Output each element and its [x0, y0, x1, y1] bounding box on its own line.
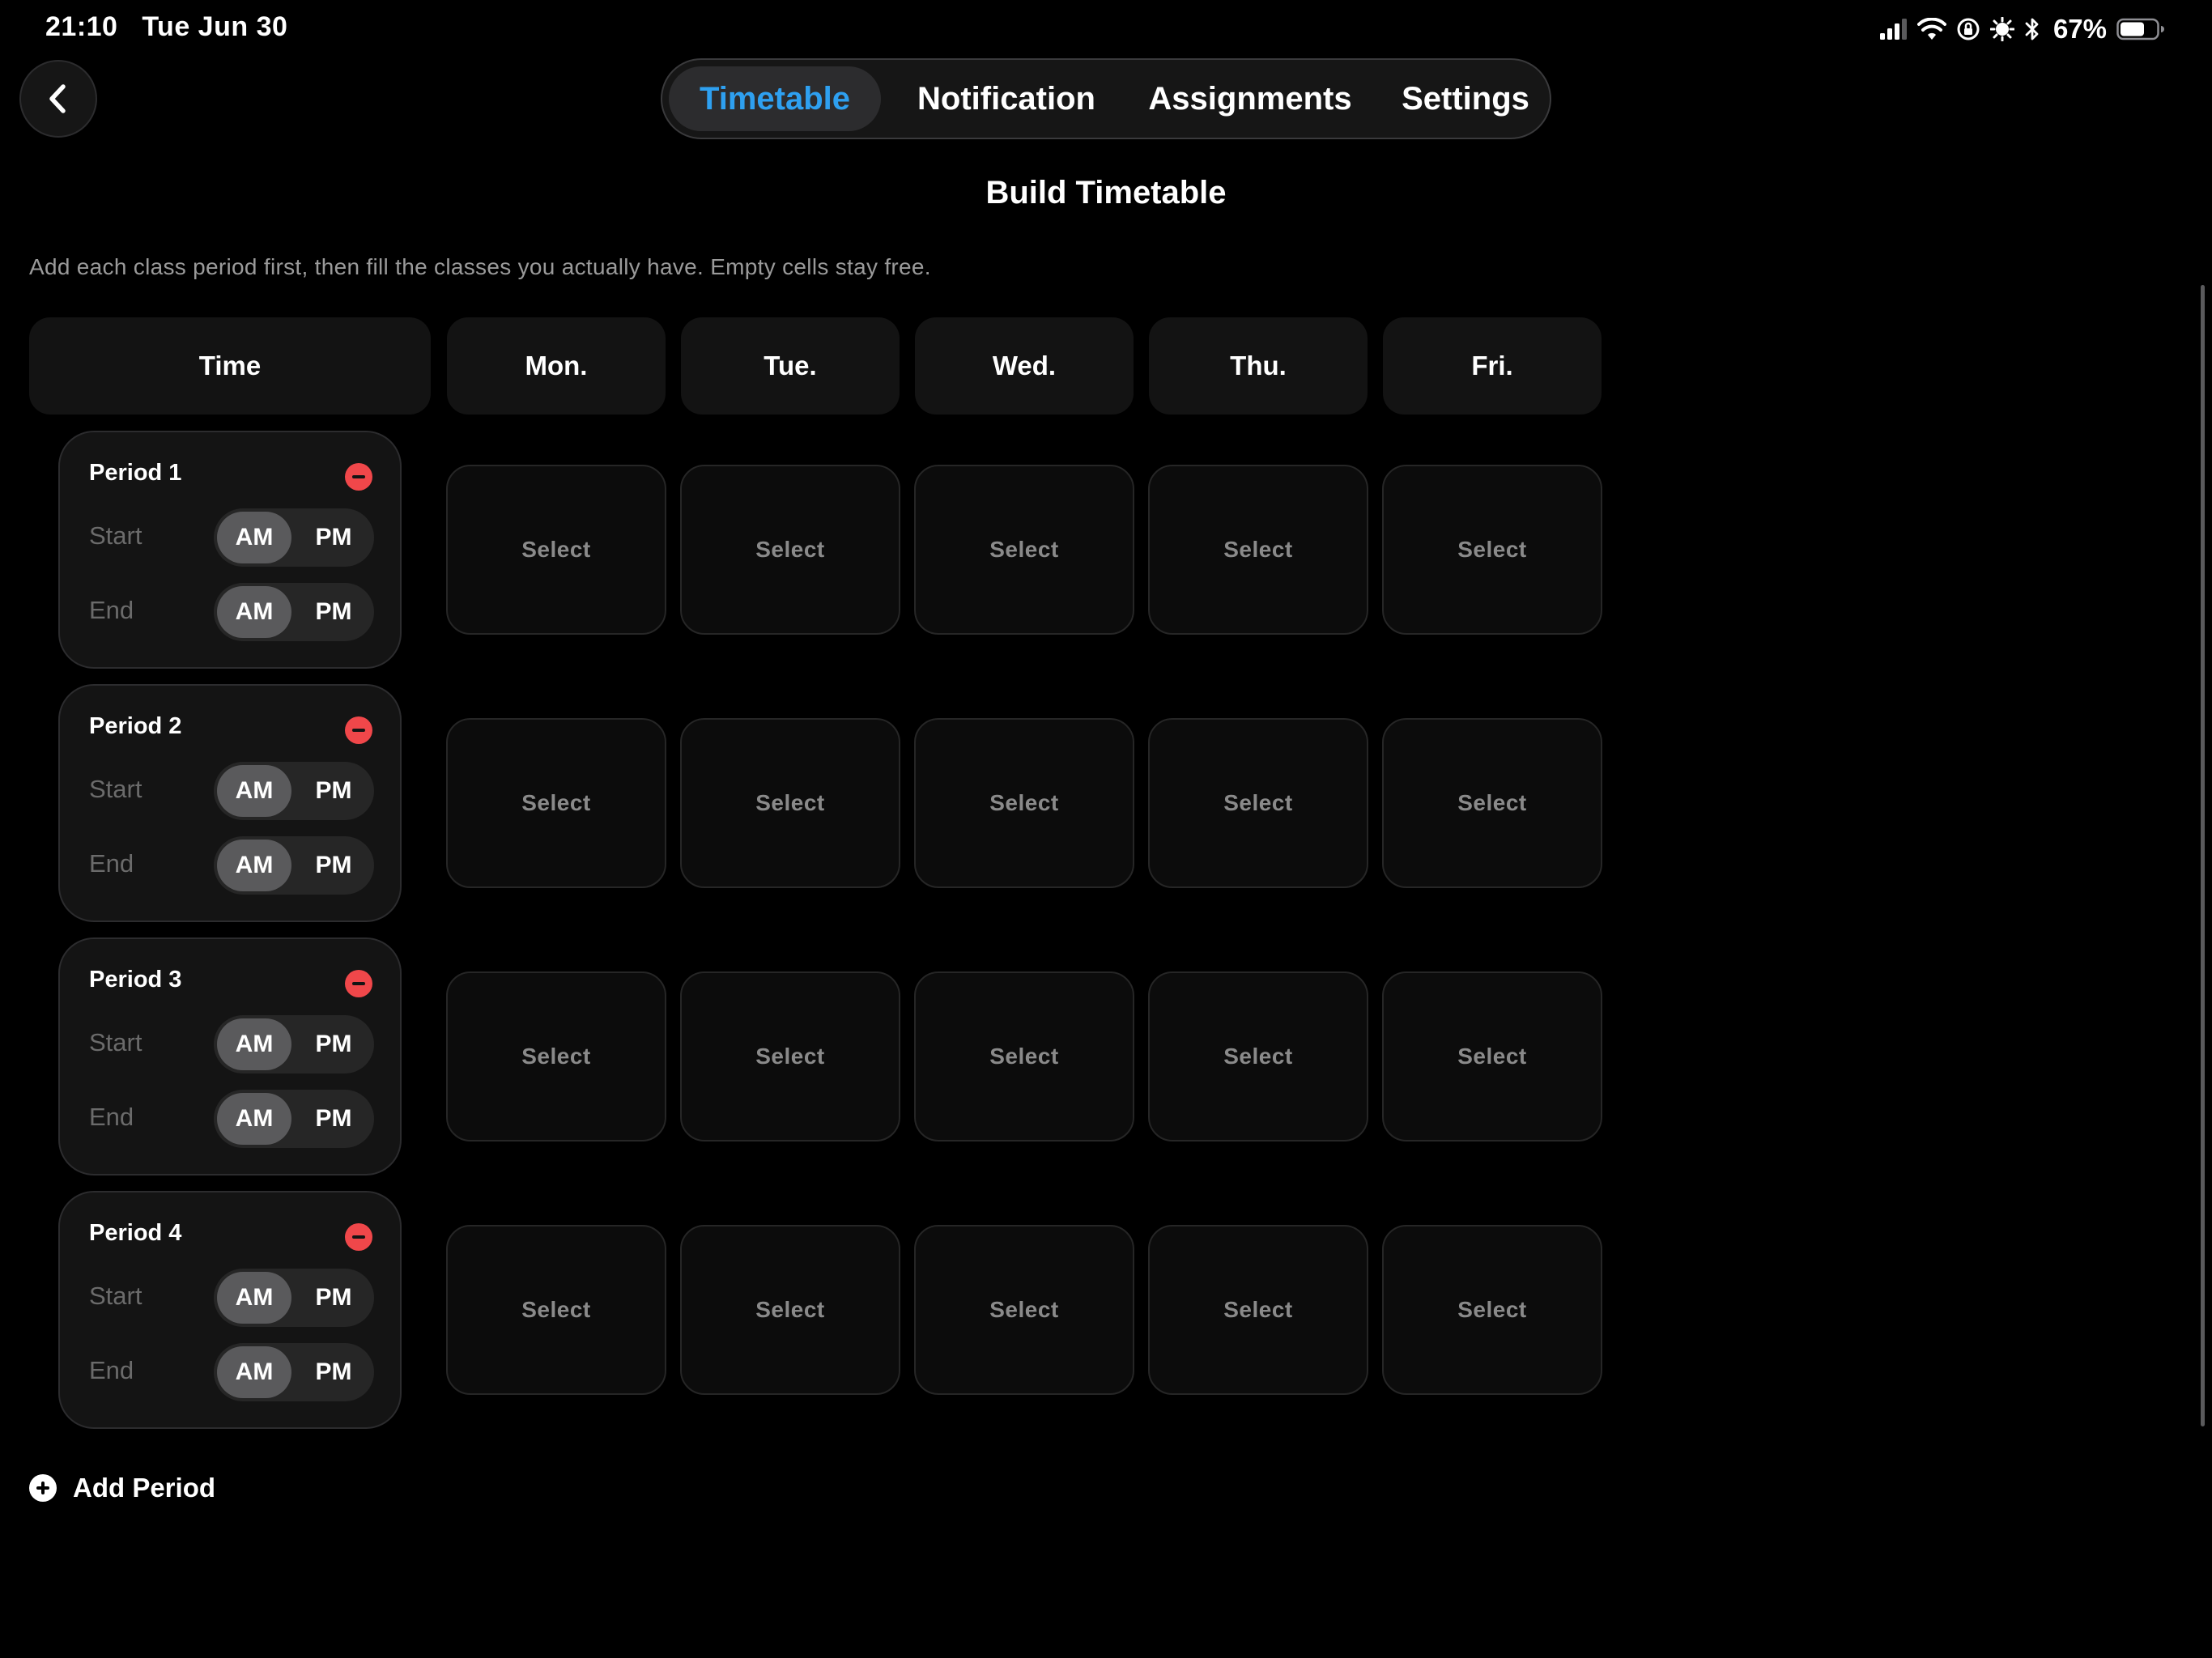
class-select-cell[interactable]: Select: [914, 465, 1134, 635]
class-select-cell[interactable]: Select: [1148, 718, 1368, 888]
period-title: Period 1: [89, 460, 182, 486]
class-select-cell[interactable]: Select: [914, 1225, 1134, 1395]
class-select-cell[interactable]: Select: [680, 465, 900, 635]
add-period-button[interactable]: Add Period: [29, 1470, 215, 1506]
start-ampm-toggle: AM PM: [214, 762, 374, 820]
class-select-cell[interactable]: Select: [446, 718, 666, 888]
start-ampm-toggle: AM PM: [214, 1015, 374, 1073]
focus-icon: [1989, 17, 2014, 41]
class-select-cell[interactable]: Select: [446, 1225, 666, 1395]
end-am-option[interactable]: AM: [217, 1093, 291, 1145]
end-ampm-toggle: AM PM: [214, 836, 374, 895]
start-pm-option[interactable]: PM: [296, 762, 371, 820]
end-label: End: [89, 596, 134, 624]
day-header-thu: Thu.: [1149, 317, 1368, 414]
start-am-option[interactable]: AM: [217, 512, 291, 563]
end-pm-option[interactable]: PM: [296, 1343, 371, 1401]
status-time: 21:10 Tue Jun 30: [45, 11, 288, 42]
class-select-cell[interactable]: Select: [1382, 1225, 1602, 1395]
tab-bar: Timetable Notification Assignments Setti…: [661, 58, 1551, 139]
battery-percent: 67%: [2052, 14, 2107, 44]
start-label: Start: [89, 521, 143, 550]
page-title: Build Timetable: [985, 175, 1227, 210]
start-ampm-toggle: AM PM: [214, 1269, 374, 1327]
end-pm-option[interactable]: PM: [296, 1090, 371, 1148]
day-header-fri: Fri.: [1383, 317, 1602, 414]
remove-period-icon[interactable]: [345, 463, 372, 491]
remove-period-icon[interactable]: [345, 1223, 372, 1251]
class-select-cell[interactable]: Select: [1382, 465, 1602, 635]
class-select-cell[interactable]: Select: [446, 465, 666, 635]
status-icons: 67%: [1879, 10, 2165, 49]
class-select-cell[interactable]: Select: [1382, 718, 1602, 888]
start-label: Start: [89, 1028, 143, 1056]
start-am-option[interactable]: AM: [217, 1272, 291, 1324]
instructions-text: Add each class period first, then fill t…: [29, 254, 931, 279]
scrollbar[interactable]: [2201, 285, 2205, 1426]
class-select-cell[interactable]: Select: [1148, 1225, 1368, 1395]
tab-notification[interactable]: Notification: [889, 66, 1124, 131]
end-ampm-toggle: AM PM: [214, 1343, 374, 1401]
period-title: Period 2: [89, 713, 182, 739]
period-card: Period 2 Start AM PM End AM PM: [58, 684, 402, 922]
tab-assignments[interactable]: Assignments: [1132, 66, 1368, 131]
class-select-cell[interactable]: Select: [914, 971, 1134, 1141]
back-button[interactable]: [19, 60, 97, 138]
orientation-lock-icon: [1957, 18, 1980, 40]
chevron-left-icon: [49, 84, 66, 113]
start-pm-option[interactable]: PM: [296, 508, 371, 567]
start-pm-option[interactable]: PM: [296, 1269, 371, 1327]
bluetooth-icon: [2025, 18, 2039, 40]
class-select-cell[interactable]: Select: [1148, 465, 1368, 635]
period-title: Period 4: [89, 1220, 182, 1246]
period-title: Period 3: [89, 967, 182, 993]
class-select-cell[interactable]: Select: [680, 718, 900, 888]
end-ampm-toggle: AM PM: [214, 1090, 374, 1148]
day-header-tue: Tue.: [681, 317, 900, 414]
class-select-cell[interactable]: Select: [680, 971, 900, 1141]
period-card: Period 4 Start AM PM End AM PM: [58, 1191, 402, 1429]
tab-settings[interactable]: Settings: [1376, 66, 1555, 131]
end-pm-option[interactable]: PM: [296, 836, 371, 895]
start-label: Start: [89, 775, 143, 803]
cellular-signal-icon: [1879, 19, 1907, 40]
remove-period-icon[interactable]: [345, 970, 372, 997]
end-am-option[interactable]: AM: [217, 1346, 291, 1398]
period-card: Period 3 Start AM PM End AM PM: [58, 937, 402, 1175]
class-select-cell[interactable]: Select: [1148, 971, 1368, 1141]
end-pm-option[interactable]: PM: [296, 583, 371, 641]
end-label: End: [89, 849, 134, 878]
remove-period-icon[interactable]: [345, 716, 372, 744]
class-select-cell[interactable]: Select: [446, 971, 666, 1141]
start-ampm-toggle: AM PM: [214, 508, 374, 567]
period-card: Period 1 Start AM PM End AM PM: [58, 431, 402, 669]
start-am-option[interactable]: AM: [217, 765, 291, 817]
battery-icon: [2116, 18, 2164, 40]
end-ampm-toggle: AM PM: [214, 583, 374, 641]
class-select-cell[interactable]: Select: [680, 1225, 900, 1395]
start-am-option[interactable]: AM: [217, 1018, 291, 1070]
add-period-label: Add Period: [73, 1473, 216, 1503]
tab-timetable[interactable]: Timetable: [669, 66, 881, 131]
start-label: Start: [89, 1282, 143, 1310]
end-am-option[interactable]: AM: [217, 840, 291, 891]
wifi-icon: [1916, 18, 1946, 40]
class-select-cell[interactable]: Select: [1382, 971, 1602, 1141]
end-am-option[interactable]: AM: [217, 586, 291, 638]
end-label: End: [89, 1103, 134, 1131]
end-label: End: [89, 1356, 134, 1384]
plus-circle-icon: [29, 1474, 57, 1502]
time-column-header: Time: [29, 317, 431, 414]
day-header-wed: Wed.: [915, 317, 1134, 414]
start-pm-option[interactable]: PM: [296, 1015, 371, 1073]
day-header-mon: Mon.: [447, 317, 666, 414]
class-select-cell[interactable]: Select: [914, 718, 1134, 888]
